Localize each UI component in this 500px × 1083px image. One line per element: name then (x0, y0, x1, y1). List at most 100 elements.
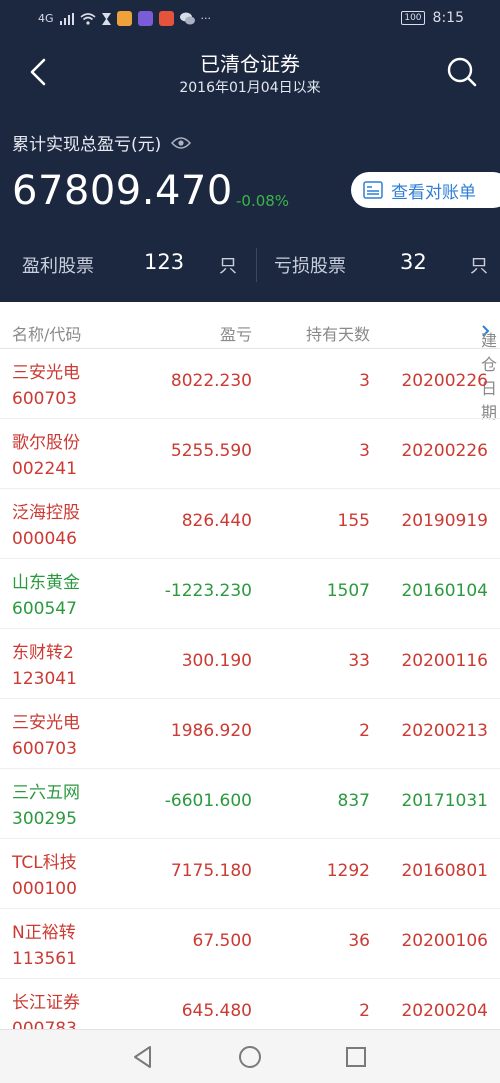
search-icon (447, 57, 477, 87)
stock-code: 000046 (12, 529, 77, 549)
eye-icon[interactable] (171, 136, 192, 150)
stock-open-date: 20200116 (401, 651, 488, 671)
more-notifications: ··· (200, 12, 212, 25)
stock-days-held: 1292 (326, 861, 370, 881)
stock-profit: 5255.590 (170, 441, 252, 461)
stock-name: 三安光电 (12, 363, 80, 383)
stock-open-date: 20171031 (401, 791, 488, 811)
network-indicator: 4G (38, 12, 54, 25)
stock-code: 600703 (12, 389, 77, 409)
stock-open-date: 20200213 (401, 721, 488, 741)
loss-stocks-unit: 只 (470, 256, 488, 277)
app-notification-icon (158, 11, 174, 26)
stock-open-date: 20200106 (401, 931, 488, 951)
stock-open-date: 20200226 (401, 371, 488, 391)
stock-days-held: 837 (337, 791, 370, 811)
loss-stocks-label: 亏损股票 (274, 256, 346, 277)
stock-days-held: 33 (348, 651, 370, 671)
stock-open-date: 20160801 (401, 861, 488, 881)
stock-name: 泛海控股 (12, 503, 80, 523)
stock-code: 000783 (12, 1019, 77, 1029)
table-row[interactable]: 山东黄金 600547 -1223.230 1507 20160104 (0, 559, 500, 629)
view-statement-label: 查看对账单 (391, 182, 476, 203)
table-row[interactable]: 三安光电 600703 8022.230 3 20200226 (0, 349, 500, 419)
header: 已清仓证券 2016年01月04日以来 累计实现总盈亏(元) 67809.470… (0, 38, 500, 302)
table-row[interactable]: 泛海控股 000046 826.440 155 20190919 (0, 489, 500, 559)
profit-stocks-label: 盈利股票 (22, 256, 94, 277)
stock-profit: -6601.600 (164, 791, 252, 811)
stock-code: 300295 (12, 809, 77, 829)
stock-open-date: 20190919 (401, 511, 488, 531)
table-row[interactable]: 东财转2 123041 300.190 33 20200116 (0, 629, 500, 699)
status-right: 100 8:15 (401, 10, 464, 26)
app-notification-icon (116, 11, 132, 26)
stock-profit: 300.190 (181, 651, 252, 671)
stock-name: 三六五网 (12, 783, 80, 803)
stock-code: 113561 (12, 949, 77, 969)
total-pnl-change: -0.08% (236, 192, 290, 210)
wifi-icon (80, 12, 96, 25)
triangle-back-icon[interactable] (130, 1044, 156, 1070)
view-statement-button[interactable]: 查看对账单 (351, 172, 500, 208)
stock-profit: 8022.230 (170, 371, 252, 391)
stock-open-date: 20160104 (401, 581, 488, 601)
circle-home-icon[interactable] (237, 1044, 263, 1070)
stock-name: 山东黄金 (12, 573, 80, 593)
search-button[interactable] (444, 52, 480, 92)
stock-name: 长江证券 (12, 993, 80, 1013)
app-notification-icon (137, 11, 153, 26)
status-left: 4G ··· (38, 11, 211, 26)
stock-name: TCL科技 (12, 853, 77, 873)
stock-days-held: 2 (359, 1001, 370, 1021)
column-open-date[interactable]: 建仓日期 (481, 321, 497, 422)
wechat-icon (179, 12, 195, 25)
column-days-held[interactable]: 持有天数 (306, 321, 370, 345)
stock-days-held: 3 (359, 371, 370, 391)
stock-days-held: 2 (359, 721, 370, 741)
stock-code: 000100 (12, 879, 77, 899)
total-pnl-label-text: 累计实现总盈亏(元) (12, 135, 162, 155)
document-icon (363, 181, 383, 199)
status-bar: 4G ··· 100 8:15 (0, 0, 500, 38)
stock-profit: 645.480 (181, 1001, 252, 1021)
table-row[interactable]: 三安光电 600703 1986.920 2 20200213 (0, 699, 500, 769)
total-pnl-label: 累计实现总盈亏(元) (12, 130, 192, 155)
column-name-code[interactable]: 名称/代码 (12, 321, 81, 345)
table-row[interactable]: 歌尔股份 002241 5255.590 3 20200226 (0, 419, 500, 489)
table-header: 名称/代码 盈亏 持有天数 建仓日期 (0, 315, 500, 422)
table-row[interactable]: 三六五网 300295 -6601.600 837 20171031 (0, 769, 500, 839)
stock-name: 歌尔股份 (12, 433, 80, 453)
stock-profit: -1223.230 (164, 581, 252, 601)
table-row[interactable]: 长江证券 000783 645.480 2 20200204 (0, 979, 500, 1029)
stock-open-date: 20200226 (401, 441, 488, 461)
table-row[interactable]: TCL科技 000100 7175.180 1292 20160801 (0, 839, 500, 909)
stock-code: 600703 (12, 739, 77, 759)
stock-name: 三安光电 (12, 713, 80, 733)
square-recent-icon[interactable] (343, 1044, 369, 1070)
stock-days-held: 155 (337, 511, 370, 531)
page-title: 已清仓证券 (200, 52, 300, 76)
stock-name: N正裕转 (12, 923, 76, 943)
profit-stocks-unit: 只 (219, 256, 237, 277)
loss-stocks-count: 32 (400, 250, 427, 274)
column-profit[interactable]: 盈亏 (220, 321, 252, 345)
stock-profit: 826.440 (181, 511, 252, 531)
stock-profit: 1986.920 (170, 721, 252, 741)
stock-code: 002241 (12, 459, 77, 479)
divider (256, 248, 257, 282)
stock-code: 600547 (12, 599, 77, 619)
profit-stocks-count: 123 (144, 250, 185, 274)
stock-days-held: 36 (348, 931, 370, 951)
table-row[interactable]: N正裕转 113561 67.500 36 20200106 (0, 909, 500, 979)
total-pnl-value: 67809.470 (12, 168, 233, 214)
battery-icon: 100 (401, 11, 425, 25)
profit-loss-counts: 盈利股票 123 只 亏损股票 32 只 (0, 248, 500, 282)
clock: 8:15 (432, 10, 464, 26)
stock-code: 123041 (12, 669, 77, 689)
stock-days-held: 3 (359, 441, 370, 461)
page-subtitle: 2016年01月04日以来 (179, 80, 321, 96)
signal-icon (59, 12, 74, 25)
stock-days-held: 1507 (326, 581, 370, 601)
system-nav-bar (0, 1029, 500, 1083)
hourglass-icon (101, 12, 111, 25)
